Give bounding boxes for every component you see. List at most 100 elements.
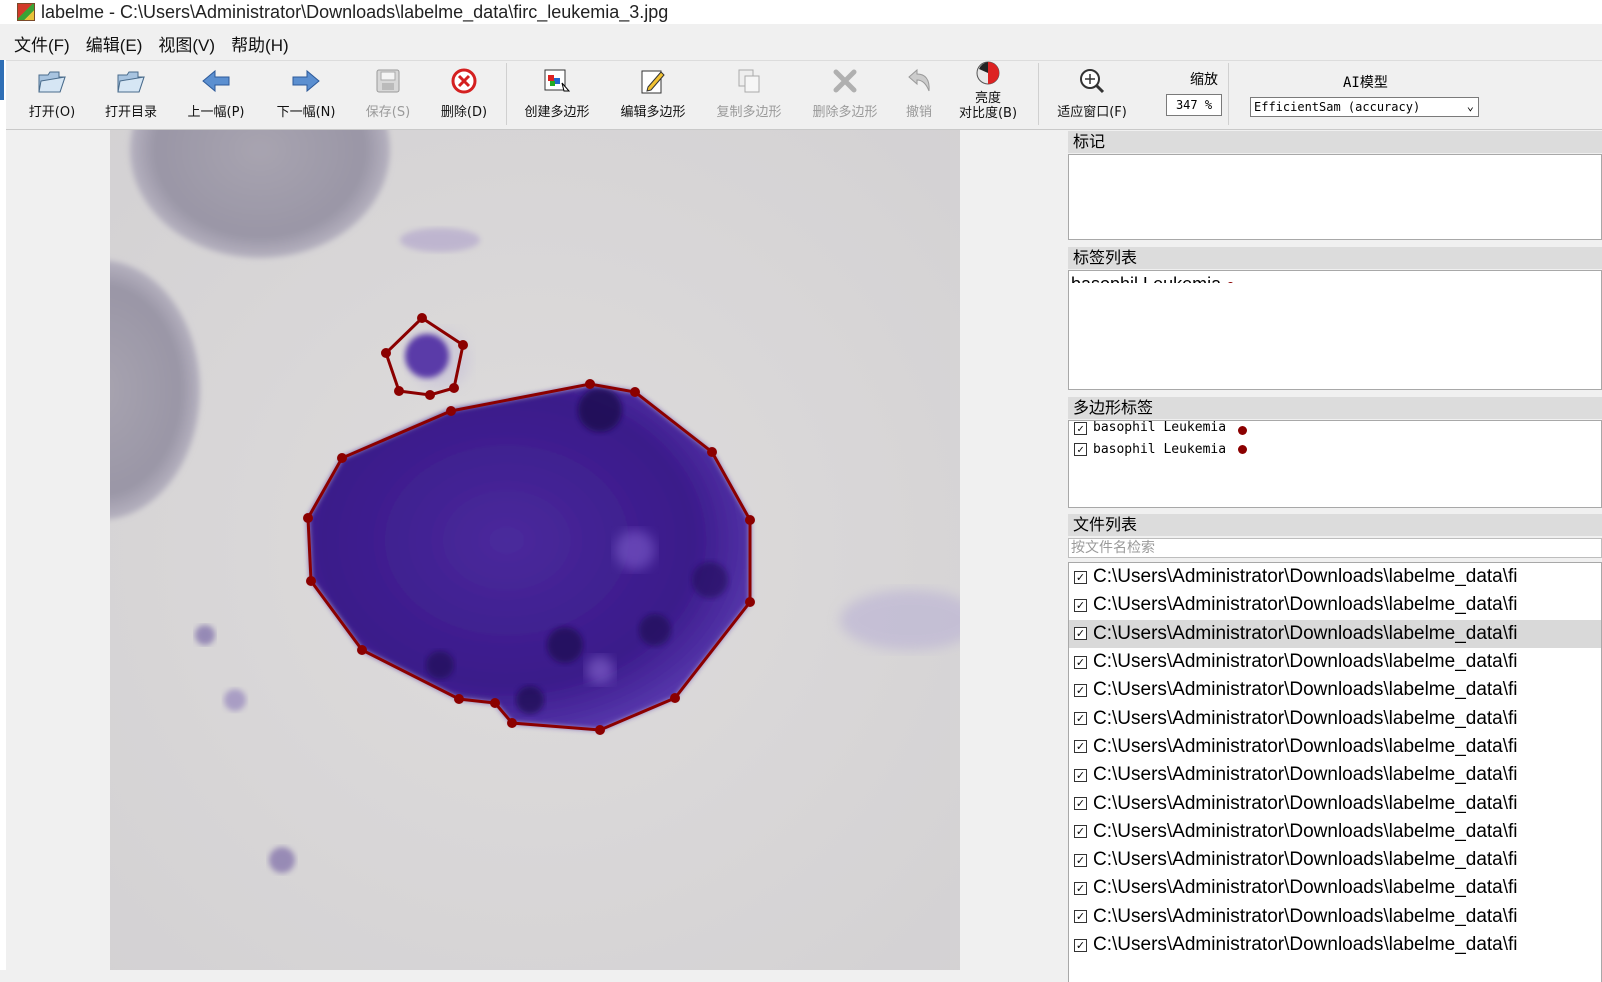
polygon-color-dot [1238, 426, 1248, 435]
fit-window-label: 适应窗口(F) [1057, 105, 1127, 120]
file-list-item[interactable]: ✓ C:\Users\Administrator\Downloads\labelm… [1069, 676, 1601, 704]
delete-circle-x-icon [448, 65, 480, 97]
polygon-label-item[interactable]: ✓ basophil Leukemia [1069, 439, 1601, 459]
file-checkbox[interactable]: ✓ [1074, 598, 1087, 612]
prev-label: 上一幅(P) [187, 105, 245, 120]
file-path: C:\Users\Administrator\Downloads\labelme… [1093, 735, 1518, 757]
file-path: C:\Users\Administrator\Downloads\labelme… [1093, 792, 1518, 814]
file-checkbox[interactable]: ✓ [1074, 825, 1087, 839]
file-search-input[interactable]: 按文件名检索 [1068, 538, 1602, 558]
menu-file[interactable]: 文件(F) [0, 31, 78, 56]
open-folder-icon [36, 65, 68, 97]
arrow-right-icon [290, 65, 322, 97]
file-checkbox[interactable]: ✓ [1074, 570, 1087, 584]
flags-panel[interactable] [1068, 154, 1602, 240]
file-list-item[interactable]: ✓ C:\Users\Administrator\Downloads\labelm… [1069, 563, 1601, 591]
annotation-image[interactable] [110, 130, 960, 970]
menu-edit[interactable]: 编辑(E) [78, 31, 151, 56]
edit-polygon-button[interactable]: 编辑多边形 [614, 65, 692, 125]
flags-title: 标记 [1068, 131, 1602, 153]
toolbar: 打开(O) 打开目录 上一幅(P) 下一幅(N) 保存(S) 删除(D) 创建多… [6, 60, 1602, 130]
delete-file-button[interactable]: 删除(D) [436, 65, 492, 125]
undo-button[interactable]: 撤销 [902, 65, 936, 125]
file-list-item[interactable]: ✓ C:\Users\Administrator\Downloads\labelm… [1069, 619, 1601, 648]
file-checkbox[interactable]: ✓ [1074, 712, 1087, 726]
file-path: C:\Users\Administrator\Downloads\labelme… [1093, 651, 1518, 673]
file-checkbox[interactable]: ✓ [1074, 768, 1087, 782]
file-path: C:\Users\Administrator\Downloads\labelme… [1093, 849, 1518, 871]
undo-label: 撤销 [905, 105, 932, 120]
delete-polygon-button[interactable]: 删除多边形 [806, 65, 884, 125]
file-path: C:\Users\Administrator\Downloads\labelme… [1093, 820, 1518, 842]
next-label: 下一幅(N) [276, 105, 336, 120]
file-checkbox[interactable]: ✓ [1074, 740, 1087, 754]
file-list-item[interactable]: ✓ C:\Users\Administrator\Downloads\labelm… [1069, 704, 1601, 732]
file-list-item[interactable]: ✓ C:\Users\Administrator\Downloads\labelm… [1069, 733, 1601, 761]
file-path: C:\Users\Administrator\Downloads\labelme… [1093, 707, 1518, 729]
arrow-left-icon [200, 65, 232, 97]
zoom-fit-icon [1076, 65, 1108, 97]
file-checkbox[interactable]: ✓ [1074, 683, 1087, 697]
file-checkbox[interactable]: ✓ [1074, 655, 1087, 669]
menu-view[interactable]: 视图(V) [150, 31, 223, 56]
open-label: 打开(O) [28, 105, 76, 120]
brightness-contrast-button[interactable]: 亮度 对比度(B) [954, 61, 1022, 121]
polygon-checkbox[interactable]: ✓ [1074, 422, 1087, 435]
file-list-item[interactable]: ✓ C:\Users\Administrator\Downloads\labelm… [1069, 648, 1601, 676]
next-image-button[interactable]: 下一幅(N) [272, 65, 340, 125]
menu-help[interactable]: 帮助(H) [223, 31, 297, 56]
file-checkbox[interactable]: ✓ [1074, 938, 1087, 952]
file-list-item[interactable]: ✓ C:\Users\Administrator\Downloads\labelm… [1069, 761, 1601, 789]
file-list-item[interactable]: ✓ C:\Users\Administrator\Downloads\labelm… [1069, 874, 1601, 902]
file-list-item[interactable]: ✓ C:\Users\Administrator\Downloads\labelm… [1069, 846, 1601, 874]
polygon-checkbox[interactable]: ✓ [1074, 442, 1087, 456]
create-polygon-icon [541, 65, 573, 97]
file-list-item[interactable]: ✓ C:\Users\Administrator\Downloads\labelm… [1069, 818, 1601, 846]
right-dock: 标记 标签列表 basophil Leukemia 多边形标签 ✓ basoph… [1068, 130, 1602, 982]
delete-polygon-label: 删除多边形 [812, 105, 878, 120]
file-list-item[interactable]: ✓ C:\Users\Administrator\Downloads\labelm… [1069, 789, 1601, 817]
save-label: 保存(S) [365, 105, 411, 120]
file-list-item[interactable]: ✓ C:\Users\Administrator\Downloads\labelm… [1069, 591, 1601, 619]
polygon-color-dot [1238, 444, 1248, 454]
file-path: C:\Users\Administrator\Downloads\labelme… [1093, 905, 1518, 927]
labelme-app-icon [17, 3, 35, 21]
label-list-panel[interactable]: basophil Leukemia [1068, 270, 1602, 390]
zoom-input[interactable]: 347 % [1166, 94, 1222, 116]
ai-model-value: EfficientSam (accuracy) [1254, 100, 1421, 114]
file-list-item[interactable]: ✓ C:\Users\Administrator\Downloads\labelm… [1069, 931, 1601, 959]
copy-polygon-button[interactable]: 复制多边形 [710, 65, 788, 125]
polygon-label-item[interactable]: ✓ basophil Leukemia [1069, 421, 1601, 435]
polygon-labels-panel[interactable]: ✓ basophil Leukemia ✓ basophil Leukemia [1068, 420, 1602, 508]
polygon-labels-title: 多边形标签 [1068, 397, 1602, 419]
file-checkbox[interactable]: ✓ [1074, 797, 1087, 811]
create-polygon-button[interactable]: 创建多边形 [518, 65, 596, 125]
file-checkbox[interactable]: ✓ [1074, 853, 1087, 867]
file-checkbox[interactable]: ✓ [1074, 627, 1087, 641]
ai-model-select[interactable]: EfficientSam (accuracy) ⌄ [1250, 97, 1479, 117]
label-list-item[interactable]: basophil Leukemia [1069, 273, 1601, 283]
save-disk-icon [372, 65, 404, 97]
chevron-down-icon: ⌄ [1466, 99, 1474, 113]
edit-polygon-label: 编辑多边形 [620, 105, 686, 120]
file-path: C:\Users\Administrator\Downloads\labelme… [1093, 934, 1518, 955]
file-checkbox[interactable]: ✓ [1074, 881, 1087, 895]
canvas-area[interactable] [6, 130, 1062, 970]
delete-label: 删除(D) [440, 105, 488, 120]
prev-image-button[interactable]: 上一幅(P) [182, 65, 250, 125]
file-path: C:\Users\Administrator\Downloads\labelme… [1093, 877, 1518, 899]
delete-x-icon [829, 65, 861, 97]
file-checkbox[interactable]: ✓ [1074, 910, 1087, 924]
fit-window-button[interactable]: 适应窗口(F) [1052, 65, 1132, 125]
edit-pencil-icon [637, 65, 669, 97]
file-list-panel[interactable]: ✓ C:\Users\Administrator\Downloads\labelm… [1068, 562, 1602, 982]
save-button[interactable]: 保存(S) [360, 65, 416, 125]
open-dir-label: 打开目录 [104, 105, 157, 120]
open-dir-button[interactable]: 打开目录 [98, 65, 164, 125]
create-polygon-label: 创建多边形 [524, 105, 590, 120]
label-color-dot [1227, 281, 1235, 283]
ai-model-title: AI模型 [1343, 75, 1388, 91]
open-button[interactable]: 打开(O) [24, 65, 80, 125]
window-title: labelme - C:\Users\Administrator\Downloa… [41, 1, 669, 22]
file-list-item[interactable]: ✓ C:\Users\Administrator\Downloads\labelm… [1069, 903, 1601, 931]
